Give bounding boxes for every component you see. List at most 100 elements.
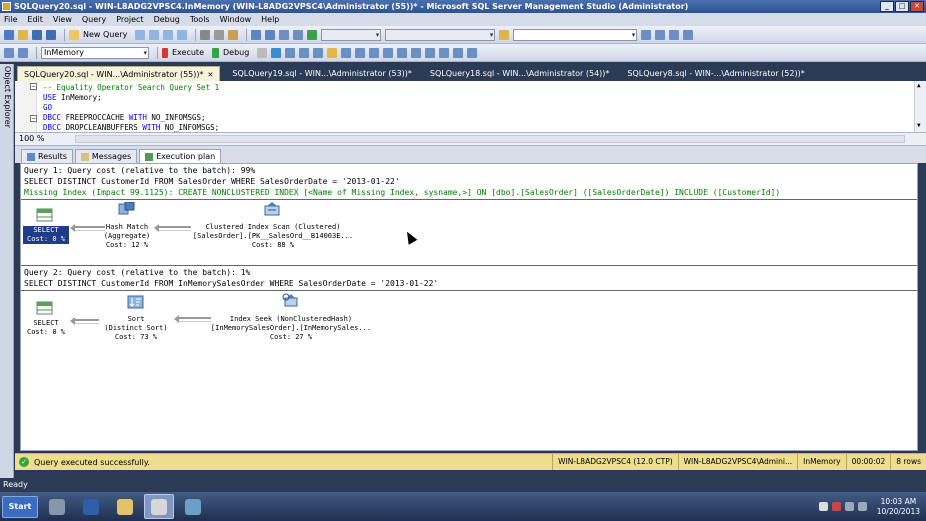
tab-messages[interactable]: Messages xyxy=(74,149,138,163)
menu-tools[interactable]: Tools xyxy=(190,15,210,24)
dmx-query-icon[interactable] xyxy=(163,29,174,40)
find-in-files-icon[interactable] xyxy=(499,29,510,40)
maximize-button[interactable]: □ xyxy=(895,1,909,12)
tab-sqlquery18[interactable]: SQLQuery18.sql - WIN...\Administrator (5… xyxy=(424,66,616,81)
minimize-button[interactable]: _ xyxy=(880,1,894,12)
solution-config-dropdown[interactable] xyxy=(321,28,382,41)
specify-template-values-icon[interactable] xyxy=(467,47,478,58)
paste-icon[interactable] xyxy=(228,29,239,40)
editor-vertical-scrollbar[interactable]: ▲ ▼ xyxy=(914,81,926,132)
sort-operator-icon[interactable] xyxy=(127,295,144,309)
collapse-region-icon[interactable]: − xyxy=(30,83,37,90)
plan-node-clustered-index-scan[interactable]: Clustered Index Scan (Clustered) [SalesO… xyxy=(189,223,357,250)
collapse-region-icon[interactable]: − xyxy=(30,115,37,122)
taskbar-explorer[interactable] xyxy=(110,494,140,519)
tab-execution-plan[interactable]: Execution plan xyxy=(139,149,222,163)
window-title-bar[interactable]: SQLQuery20.sql - WIN-L8ADG2VPSC4.InMemor… xyxy=(0,0,926,13)
show-hidden-icons-icon[interactable] xyxy=(818,502,828,511)
close-tab-icon[interactable]: ✕ xyxy=(208,71,214,79)
change-connection-icon[interactable] xyxy=(18,47,28,58)
parse-icon[interactable] xyxy=(271,47,282,58)
database-engine-query-icon[interactable] xyxy=(135,29,146,40)
properties-icon[interactable] xyxy=(655,29,666,40)
scroll-down-icon[interactable]: ▼ xyxy=(917,122,921,129)
taskbar-clock[interactable]: 10:03 AM 10/20/2013 xyxy=(877,497,920,517)
query-editor[interactable]: − − -- Equality Operator Search Query Se… xyxy=(15,81,926,133)
results-to-grid-icon[interactable] xyxy=(383,47,394,58)
plan-node-sort[interactable]: Sort (Distinct Sort) Cost: 73 % xyxy=(91,315,181,342)
close-button[interactable]: ✕ xyxy=(910,1,924,12)
tab-sqlquery20[interactable]: SQLQuery20.sql - WIN...\Administrator (5… xyxy=(17,66,221,81)
navigate-backward-icon[interactable] xyxy=(279,29,290,40)
taskbar-powershell[interactable] xyxy=(76,494,106,519)
results-to-file-icon[interactable] xyxy=(397,47,408,58)
menu-help[interactable]: Help xyxy=(261,15,279,24)
menu-debug[interactable]: Debug xyxy=(154,15,180,24)
plan-node-index-seek[interactable]: Index Seek (NonClusteredHash) [InMemoryS… xyxy=(209,315,373,342)
save-all-icon[interactable] xyxy=(46,29,56,40)
tab-sqlquery8[interactable]: SQLQuery8.sql - WIN-...\Administrator (5… xyxy=(621,66,810,81)
redo-icon[interactable] xyxy=(265,29,276,40)
menu-view[interactable]: View xyxy=(53,15,72,24)
zoom-level-dropdown[interactable]: 100 % xyxy=(19,134,44,143)
clustered-index-scan-icon[interactable] xyxy=(264,202,281,216)
taskbar-tool[interactable] xyxy=(178,494,208,519)
open-file-icon[interactable] xyxy=(18,29,28,40)
hash-match-icon[interactable] xyxy=(118,202,135,216)
start-button[interactable]: Start xyxy=(2,495,38,518)
available-databases-dropdown[interactable]: InMemory xyxy=(41,46,149,59)
uncomment-icon[interactable] xyxy=(425,47,436,58)
start-debugging-icon[interactable] xyxy=(307,29,318,40)
volume-icon[interactable] xyxy=(857,502,867,511)
new-query-button[interactable]: New Query xyxy=(83,30,127,39)
menu-window[interactable]: Window xyxy=(220,15,252,24)
new-project-icon[interactable] xyxy=(4,29,14,40)
copy-icon[interactable] xyxy=(214,29,225,40)
execution-plan-pane[interactable]: Query 1: Query cost (relative to the bat… xyxy=(20,163,918,451)
client-statistics-icon[interactable] xyxy=(355,47,366,58)
connect-icon[interactable] xyxy=(4,47,14,58)
save-icon[interactable] xyxy=(32,29,42,40)
missing-index-hint[interactable]: Missing Index (Impact 99.1125): CREATE N… xyxy=(24,188,780,197)
include-actual-plan-icon[interactable] xyxy=(341,47,352,58)
tab-sqlquery19[interactable]: SQLQuery19.sql - WIN...\Administrator (5… xyxy=(226,66,418,81)
debug-icon[interactable] xyxy=(212,47,219,58)
toolbox-icon[interactable] xyxy=(669,29,680,40)
navigate-forward-icon[interactable] xyxy=(293,29,304,40)
comment-out-icon[interactable] xyxy=(411,47,422,58)
cancel-execution-icon[interactable] xyxy=(257,47,268,58)
menu-edit[interactable]: Edit xyxy=(27,15,43,24)
execute-icon[interactable] xyxy=(162,47,168,58)
action-center-icon[interactable] xyxy=(831,502,841,511)
xmla-query-icon[interactable] xyxy=(177,29,188,40)
undo-icon[interactable] xyxy=(251,29,262,40)
options-icon[interactable] xyxy=(683,29,694,40)
query-options-icon[interactable] xyxy=(313,47,324,58)
solution-explorer-icon[interactable] xyxy=(641,29,652,40)
menu-query[interactable]: Query xyxy=(82,15,106,24)
menu-project[interactable]: Project xyxy=(116,15,143,24)
analysis-query-icon[interactable] xyxy=(149,29,160,40)
menu-file[interactable]: File xyxy=(4,15,17,24)
increase-indent-icon[interactable] xyxy=(453,47,464,58)
debug-button[interactable]: Debug xyxy=(223,48,249,57)
editor-horizontal-scrollbar[interactable] xyxy=(75,135,905,143)
plan-node-select-2[interactable]: SELECT Cost: 0 % xyxy=(23,319,69,337)
cut-icon[interactable] xyxy=(200,29,211,40)
select-operator-icon[interactable] xyxy=(36,208,53,222)
tab-results[interactable]: Results xyxy=(21,149,73,163)
taskbar-server-manager[interactable] xyxy=(42,494,72,519)
intellisense-icon[interactable] xyxy=(327,47,338,58)
query-designer-icon[interactable] xyxy=(299,47,310,58)
new-query-icon[interactable] xyxy=(69,29,79,40)
object-explorer-side-tab[interactable]: Object Explorer xyxy=(0,64,14,478)
select-operator-icon[interactable] xyxy=(36,301,53,315)
plan-node-select-1[interactable]: SELECT Cost: 0 % xyxy=(23,226,69,244)
taskbar-ssms[interactable] xyxy=(144,494,174,519)
display-estimated-plan-icon[interactable] xyxy=(285,47,296,58)
results-to-text-icon[interactable] xyxy=(369,47,380,58)
index-seek-icon[interactable] xyxy=(282,293,299,307)
plan-node-hash-match[interactable]: Hash Match (Aggregate) Cost: 12 % xyxy=(91,223,163,250)
solution-platform-dropdown[interactable] xyxy=(385,28,496,41)
decrease-indent-icon[interactable] xyxy=(439,47,450,58)
